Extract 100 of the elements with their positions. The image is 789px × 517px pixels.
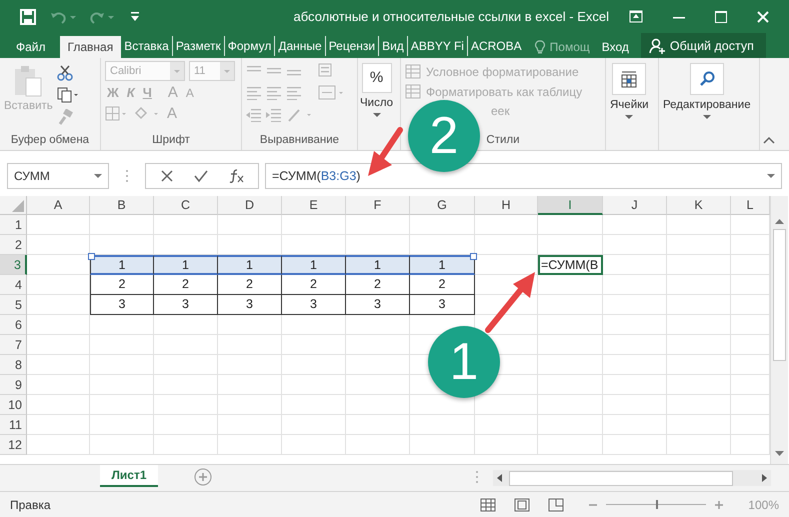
column-header[interactable]: K (667, 196, 731, 215)
scroll-thumb[interactable] (773, 229, 786, 361)
ribbon-display-icon[interactable] (629, 10, 643, 23)
table-cell (603, 275, 667, 295)
column-header[interactable]: H (475, 196, 538, 215)
selection-handle[interactable] (470, 253, 477, 260)
row-header[interactable]: 12 (0, 435, 27, 455)
zoom-in-icon[interactable] (714, 500, 724, 510)
formula-input[interactable]: =СУММ(B3:G3) (265, 163, 782, 189)
active-cell[interactable]: =СУММ(B (538, 255, 603, 275)
table-cell (282, 415, 346, 435)
table-cell (667, 215, 731, 235)
column-header[interactable]: E (282, 196, 346, 215)
insert-function-button[interactable] (228, 169, 244, 183)
increase-indent-icon[interactable] (266, 108, 282, 122)
align-right-icon[interactable] (286, 86, 302, 100)
corner-triangle-icon[interactable] (12, 200, 24, 212)
table-cell (603, 375, 667, 395)
row-header[interactable]: 8 (0, 355, 27, 375)
ribbon-tab[interactable]: Вставка (121, 36, 172, 56)
row-header[interactable]: 11 (0, 415, 27, 435)
column-header[interactable]: G (410, 196, 475, 215)
ribbon-tab[interactable]: Файл (0, 36, 60, 58)
column-header[interactable]: F (346, 196, 410, 215)
editing-button[interactable]: Редактирование (663, 61, 751, 150)
number-format-button[interactable]: % Число (360, 61, 394, 150)
select-all-corner[interactable] (0, 196, 27, 215)
share-button[interactable]: Общий доступ (640, 33, 766, 58)
row-header[interactable]: 5 (0, 295, 27, 315)
column-header[interactable]: D (218, 196, 282, 215)
ribbon-tab[interactable]: ACROBA (466, 36, 525, 56)
orientation-icon[interactable] (286, 107, 314, 123)
column-header[interactable]: C (154, 196, 218, 215)
row-header[interactable]: 3 (0, 255, 27, 275)
table-cell: 2 (90, 275, 154, 295)
cancel-icon[interactable] (160, 169, 174, 183)
column-header[interactable]: L (731, 196, 770, 215)
table-cell (90, 375, 154, 395)
merge-icon[interactable] (318, 85, 346, 101)
person-add-icon[interactable] (648, 38, 665, 54)
cells-button[interactable]: Ячейки (610, 61, 649, 150)
lightbulb-icon[interactable] (534, 40, 545, 54)
table-cell (603, 255, 667, 275)
horizontal-scrollbar[interactable] (493, 470, 771, 486)
cut-icon[interactable] (56, 65, 73, 81)
enter-icon[interactable] (194, 169, 208, 183)
table-cell (603, 355, 667, 375)
close-icon[interactable] (757, 10, 769, 22)
sheet-tab[interactable]: Лист1 (100, 465, 158, 487)
ribbon-tab[interactable]: Формул (224, 36, 274, 56)
redo-icon[interactable] (90, 10, 116, 24)
table-cell (218, 315, 282, 335)
row-header[interactable]: 4 (0, 275, 27, 295)
zoom-slider-thumb[interactable] (656, 500, 658, 509)
undo-icon[interactable] (50, 10, 76, 24)
ribbon-tab[interactable]: ABBYY Fi (406, 36, 467, 56)
selection-handle[interactable] (88, 253, 95, 260)
table-cell (27, 355, 90, 375)
row-header[interactable]: 2 (0, 235, 27, 255)
row-header[interactable]: 7 (0, 335, 27, 355)
ribbon-tab[interactable]: Данные (274, 36, 325, 56)
save-icon[interactable] (20, 8, 36, 24)
table-cell (90, 335, 154, 355)
table-cell (154, 315, 218, 335)
column-header[interactable]: J (603, 196, 667, 215)
page-layout-icon[interactable] (514, 498, 530, 512)
collapse-ribbon-icon[interactable] (763, 136, 775, 144)
name-box[interactable]: СУММ (7, 163, 109, 189)
sign-in-link[interactable]: Вход (602, 36, 629, 58)
dropdown-icon[interactable] (94, 174, 102, 178)
page-break-icon[interactable] (548, 498, 564, 512)
row-header[interactable]: 6 (0, 315, 27, 335)
table-cell: 1 (90, 255, 154, 275)
copy-icon[interactable] (56, 87, 79, 103)
normal-view-icon[interactable] (480, 498, 496, 512)
align-left-icon[interactable] (246, 86, 262, 100)
ribbon-tab[interactable]: Рецензи (324, 36, 378, 56)
decrease-indent-icon[interactable] (246, 108, 262, 122)
ribbon-tab[interactable]: Вид (378, 36, 407, 56)
align-center-icon[interactable] (266, 86, 282, 100)
row-header[interactable]: 9 (0, 375, 27, 395)
table-cell (667, 235, 731, 255)
borders-icon[interactable] (105, 106, 129, 122)
customize-icon[interactable] (130, 10, 140, 22)
table-cell (346, 395, 410, 415)
table-cell: 3 (218, 295, 282, 315)
row-header[interactable]: 1 (0, 215, 27, 235)
ribbon-tab[interactable]: Главная (60, 36, 122, 58)
column-header[interactable]: I (538, 196, 603, 215)
fill-color-icon[interactable] (133, 106, 161, 122)
expand-icon[interactable] (767, 174, 775, 178)
vertical-scrollbar[interactable] (770, 196, 788, 464)
add-sheet-icon[interactable] (194, 468, 212, 486)
table-cell (667, 335, 731, 355)
scroll-thumb[interactable] (509, 470, 733, 486)
row-header[interactable]: 10 (0, 395, 27, 415)
ribbon-tab[interactable]: Разметк (172, 36, 224, 56)
column-header[interactable]: A (27, 196, 90, 215)
column-header[interactable]: B (90, 196, 154, 215)
maximize-icon[interactable] (715, 10, 727, 22)
